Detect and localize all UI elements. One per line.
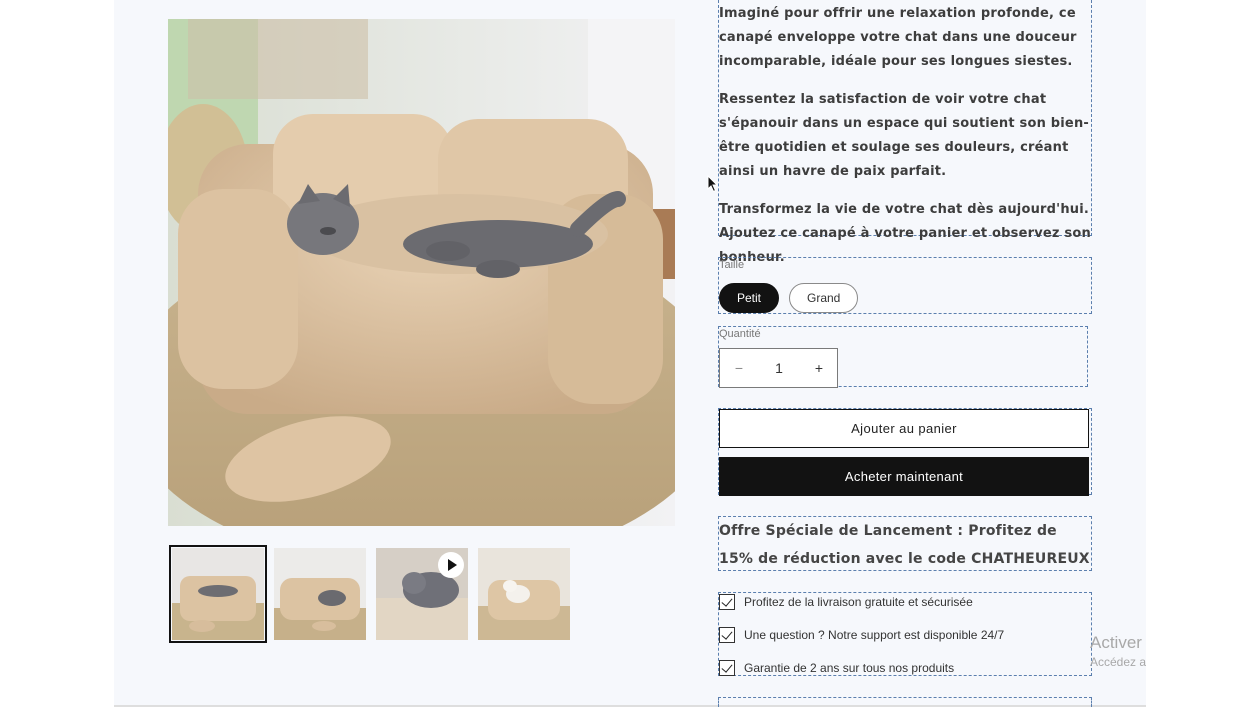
quantity-decrease-button[interactable]: − [720,349,758,387]
quantity-label: Quantité [719,328,761,340]
play-icon[interactable] [438,552,464,578]
thumbnail-4[interactable] [478,548,570,640]
size-selector: Taille Petit Grand [718,257,1092,314]
description-paragraph-1: Imaginé pour offrir une relaxation profo… [719,6,1077,69]
thumbnail-2[interactable] [274,548,366,640]
checkbox-icon [719,594,735,610]
watermark-title: Activer Windows [1090,633,1146,652]
quantity-value[interactable]: 1 [758,349,800,387]
buy-now-button[interactable]: Acheter maintenant [719,457,1089,496]
thumbnail-1[interactable] [169,545,267,643]
quantity-selector: Quantité − 1 + [718,326,1088,388]
windows-activation-watermark: Activer Windows Accédez aux paramètres [1090,633,1146,671]
benefit-item: Profitez de la livraison gratuite et séc… [719,593,973,611]
benefit-item: Une question ? Notre support est disponi… [719,626,1004,644]
product-description: Imaginé pour offrir une relaxation profo… [718,0,1092,265]
add-to-cart-button[interactable]: Ajouter au panier [719,409,1089,448]
benefit-item: Garantie de 2 ans sur tous nos produits [719,659,954,677]
benefit-text: Une question ? Notre support est disponi… [744,628,1005,642]
quantity-increase-button[interactable]: + [800,349,838,387]
checkbox-icon [719,660,735,676]
size-option-petit[interactable]: Petit [719,283,780,313]
description-paragraph-2: Ressentez la satisfaction de voir votre … [719,92,1089,179]
size-label: Taille [719,259,745,271]
mouse-cursor-icon [707,175,719,193]
launch-offer-text: Offre Spéciale de Lancement : Profitez d… [718,516,1092,571]
next-section-outline [718,697,1092,707]
watermark-subtitle: Accédez aux paramètres [1090,655,1146,669]
benefit-text: Profitez de la livraison gratuite et séc… [744,595,973,609]
purchase-buttons: Ajouter au panier Acheter maintenant [718,408,1092,496]
quantity-stepper: − 1 + [719,348,838,388]
size-option-grand[interactable]: Grand [789,283,859,313]
main-product-image[interactable] [168,19,675,526]
checkbox-icon [719,627,735,643]
benefit-text: Garantie de 2 ans sur tous nos produits [744,661,955,675]
benefits-list: Profitez de la livraison gratuite et séc… [718,592,1092,676]
thumbnail-3-video[interactable] [376,548,468,640]
